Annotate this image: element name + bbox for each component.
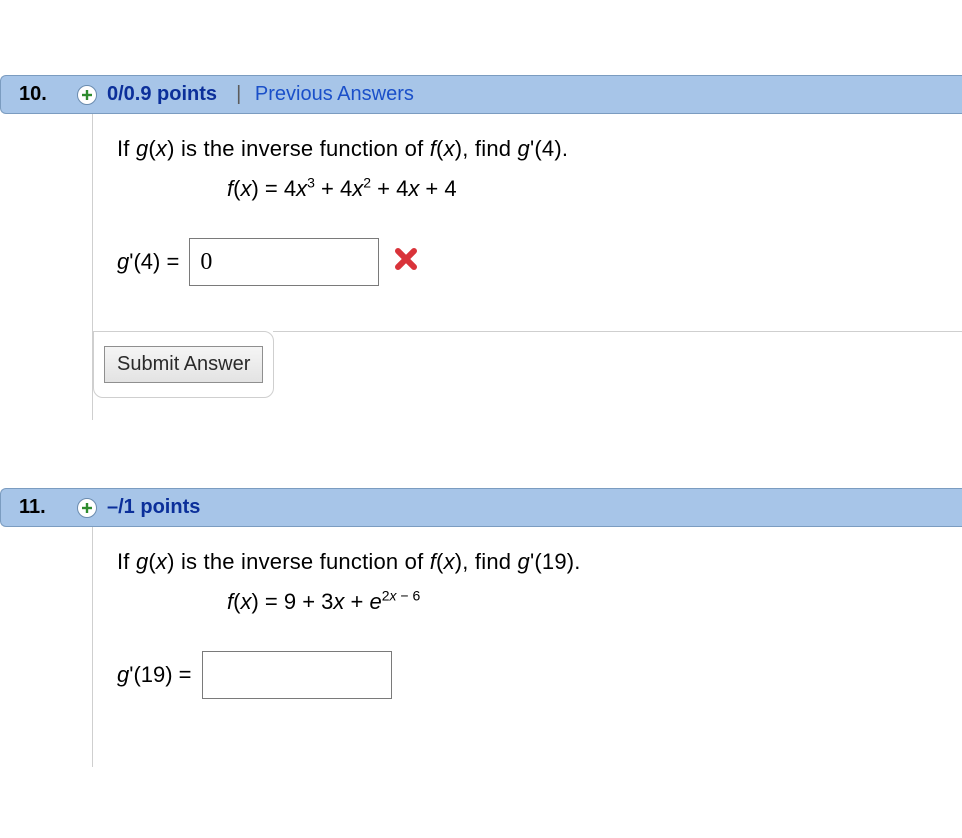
submit-region: Submit Answer bbox=[93, 331, 274, 398]
formula: f(x) = 4x3 + 4x2 + 4x + 4 bbox=[227, 176, 962, 202]
incorrect-icon bbox=[393, 246, 419, 278]
question-content: If g(x) is the inverse function of f(x),… bbox=[92, 114, 962, 420]
previous-answers-link[interactable]: Previous Answers bbox=[255, 83, 414, 106]
question-10: 10. 0/0.9 points | Previous Answers If g… bbox=[0, 75, 962, 420]
formula: f(x) = 9 + 3x + e2x − 6 bbox=[227, 589, 962, 615]
question-number: 11. bbox=[19, 496, 55, 519]
question-content: If g(x) is the inverse function of f(x),… bbox=[92, 527, 962, 767]
plus-icon bbox=[81, 89, 93, 101]
points-label: 0/0.9 points bbox=[107, 83, 217, 106]
question-header: 10. 0/0.9 points | Previous Answers bbox=[0, 75, 962, 114]
answer-label: g'(4) = bbox=[117, 249, 179, 275]
answer-row: g'(19) = bbox=[117, 651, 962, 699]
submit-answer-button[interactable]: Submit Answer bbox=[104, 346, 263, 383]
answer-input[interactable] bbox=[202, 651, 392, 699]
plus-icon bbox=[81, 502, 93, 514]
question-11: 11. –/1 points If g(x) is the inverse fu… bbox=[0, 488, 962, 767]
answer-input[interactable] bbox=[189, 238, 379, 286]
expand-button[interactable] bbox=[77, 85, 97, 105]
question-header: 11. –/1 points bbox=[0, 488, 962, 527]
question-number: 10. bbox=[19, 83, 55, 106]
points-label: –/1 points bbox=[107, 496, 200, 519]
question-prompt: If g(x) is the inverse function of f(x),… bbox=[117, 549, 962, 575]
answer-label: g'(19) = bbox=[117, 662, 192, 688]
expand-button[interactable] bbox=[77, 498, 97, 518]
answer-row: g'(4) = bbox=[117, 238, 962, 286]
divider bbox=[273, 331, 962, 332]
question-prompt: If g(x) is the inverse function of f(x),… bbox=[117, 136, 962, 162]
separator: | bbox=[225, 83, 247, 106]
